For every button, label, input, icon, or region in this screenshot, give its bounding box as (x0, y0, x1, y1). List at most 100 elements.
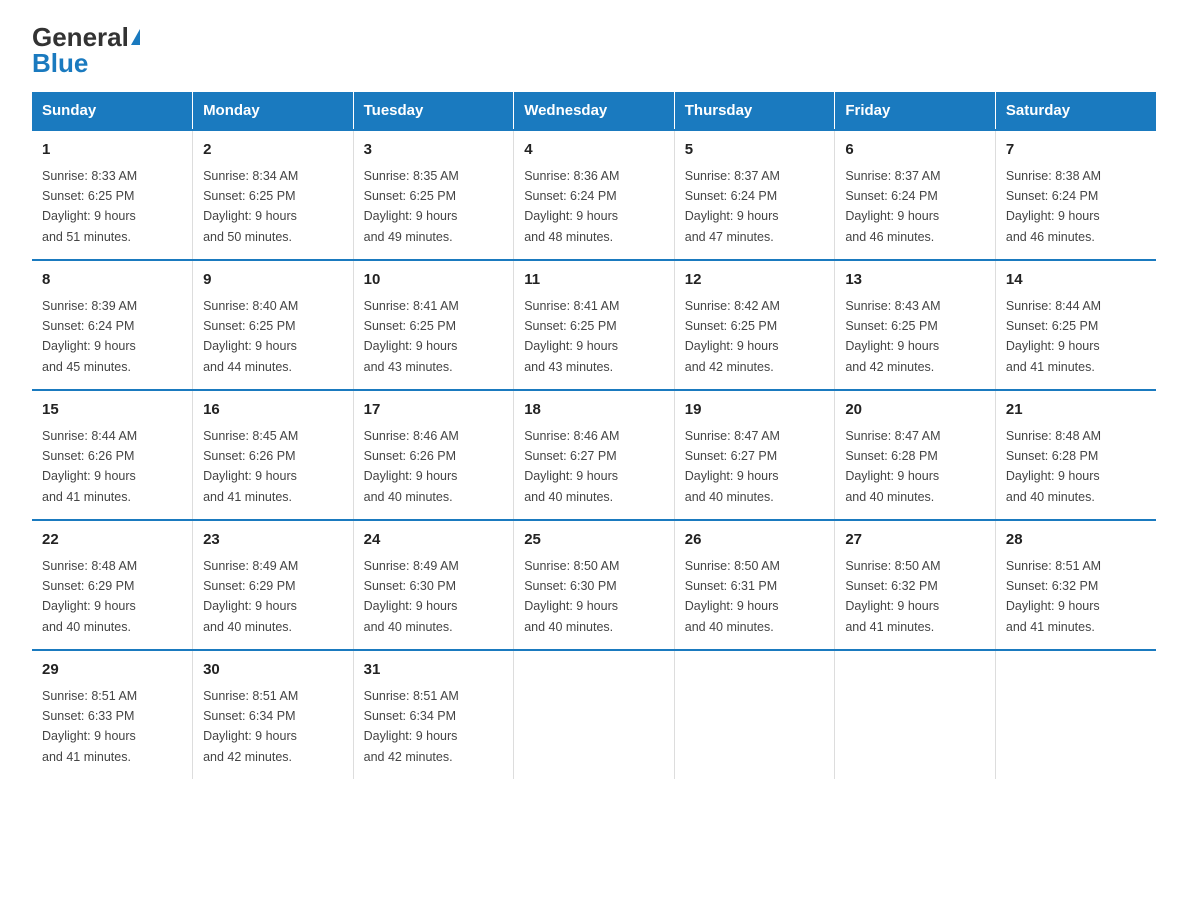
empty-cell (835, 650, 996, 779)
col-header-friday: Friday (835, 92, 996, 130)
empty-cell (995, 650, 1156, 779)
day-cell-23: 23 Sunrise: 8:49 AMSunset: 6:29 PMDayligh… (193, 520, 354, 650)
empty-cell (514, 650, 675, 779)
day-number: 5 (685, 139, 825, 162)
day-cell-9: 9 Sunrise: 8:40 AMSunset: 6:25 PMDaylight… (193, 260, 354, 390)
day-cell-5: 5 Sunrise: 8:37 AMSunset: 6:24 PMDaylight… (674, 130, 835, 260)
page-header: General Blue (32, 24, 1156, 76)
day-detail: Sunrise: 8:46 AMSunset: 6:27 PMDaylight:… (524, 429, 619, 504)
empty-cell (674, 650, 835, 779)
day-number: 29 (42, 659, 182, 682)
col-header-saturday: Saturday (995, 92, 1156, 130)
day-cell-18: 18 Sunrise: 8:46 AMSunset: 6:27 PMDayligh… (514, 390, 675, 520)
day-number: 11 (524, 269, 664, 292)
logo-triangle-icon (131, 29, 140, 45)
day-number: 26 (685, 529, 825, 552)
day-cell-10: 10 Sunrise: 8:41 AMSunset: 6:25 PMDayligh… (353, 260, 514, 390)
logo: General Blue (32, 24, 140, 76)
day-number: 12 (685, 269, 825, 292)
day-number: 14 (1006, 269, 1146, 292)
day-detail: Sunrise: 8:42 AMSunset: 6:25 PMDaylight:… (685, 299, 780, 374)
day-cell-29: 29 Sunrise: 8:51 AMSunset: 6:33 PMDayligh… (32, 650, 193, 779)
day-cell-12: 12 Sunrise: 8:42 AMSunset: 6:25 PMDayligh… (674, 260, 835, 390)
day-cell-21: 21Sunrise: 8:48 AMSunset: 6:28 PMDayligh… (995, 390, 1156, 520)
day-number: 13 (845, 269, 985, 292)
day-number: 1 (42, 139, 182, 162)
day-number: 3 (364, 139, 504, 162)
day-detail: Sunrise: 8:51 AMSunset: 6:32 PMDaylight:… (1006, 559, 1101, 634)
col-header-monday: Monday (193, 92, 354, 130)
day-number: 6 (845, 139, 985, 162)
day-detail: Sunrise: 8:51 AMSunset: 6:33 PMDaylight:… (42, 689, 137, 764)
day-cell-22: 22Sunrise: 8:48 AMSunset: 6:29 PMDayligh… (32, 520, 193, 650)
day-number: 27 (845, 529, 985, 552)
day-detail: Sunrise: 8:41 AMSunset: 6:25 PMDaylight:… (524, 299, 619, 374)
day-detail: Sunrise: 8:37 AMSunset: 6:24 PMDaylight:… (845, 169, 940, 244)
day-number: 17 (364, 399, 504, 422)
day-cell-27: 27 Sunrise: 8:50 AMSunset: 6:32 PMDayligh… (835, 520, 996, 650)
day-cell-13: 13 Sunrise: 8:43 AMSunset: 6:25 PMDayligh… (835, 260, 996, 390)
day-number: 16 (203, 399, 343, 422)
week-row-5: 29 Sunrise: 8:51 AMSunset: 6:33 PMDayligh… (32, 650, 1156, 779)
day-number: 2 (203, 139, 343, 162)
day-cell-2: 2Sunrise: 8:34 AMSunset: 6:25 PMDaylight… (193, 130, 354, 260)
day-detail: Sunrise: 8:47 AMSunset: 6:28 PMDaylight:… (845, 429, 940, 504)
day-number: 15 (42, 399, 182, 422)
day-cell-25: 25Sunrise: 8:50 AMSunset: 6:30 PMDayligh… (514, 520, 675, 650)
day-detail: Sunrise: 8:35 AMSunset: 6:25 PMDaylight:… (364, 169, 459, 244)
day-detail: Sunrise: 8:49 AMSunset: 6:30 PMDaylight:… (364, 559, 459, 634)
logo-general-text: General (32, 24, 140, 50)
day-number: 25 (524, 529, 664, 552)
week-row-1: 1 Sunrise: 8:33 AMSunset: 6:25 PMDaylight… (32, 130, 1156, 260)
week-row-2: 8Sunrise: 8:39 AMSunset: 6:24 PMDaylight… (32, 260, 1156, 390)
day-detail: Sunrise: 8:46 AMSunset: 6:26 PMDaylight:… (364, 429, 459, 504)
logo-blue-text: Blue (32, 50, 88, 76)
day-detail: Sunrise: 8:49 AMSunset: 6:29 PMDaylight:… (203, 559, 298, 634)
day-cell-15: 15Sunrise: 8:44 AMSunset: 6:26 PMDayligh… (32, 390, 193, 520)
day-number: 18 (524, 399, 664, 422)
col-header-tuesday: Tuesday (353, 92, 514, 130)
col-header-sunday: Sunday (32, 92, 193, 130)
day-cell-14: 14 Sunrise: 8:44 AMSunset: 6:25 PMDayligh… (995, 260, 1156, 390)
day-cell-1: 1 Sunrise: 8:33 AMSunset: 6:25 PMDaylight… (32, 130, 193, 260)
day-cell-16: 16 Sunrise: 8:45 AMSunset: 6:26 PMDayligh… (193, 390, 354, 520)
day-detail: Sunrise: 8:50 AMSunset: 6:31 PMDaylight:… (685, 559, 780, 634)
day-number: 30 (203, 659, 343, 682)
day-cell-30: 30 Sunrise: 8:51 AMSunset: 6:34 PMDayligh… (193, 650, 354, 779)
day-detail: Sunrise: 8:44 AMSunset: 6:25 PMDaylight:… (1006, 299, 1101, 374)
day-number: 9 (203, 269, 343, 292)
day-number: 23 (203, 529, 343, 552)
day-number: 21 (1006, 399, 1146, 422)
day-number: 19 (685, 399, 825, 422)
day-detail: Sunrise: 8:37 AMSunset: 6:24 PMDaylight:… (685, 169, 780, 244)
day-cell-6: 6 Sunrise: 8:37 AMSunset: 6:24 PMDaylight… (835, 130, 996, 260)
day-detail: Sunrise: 8:43 AMSunset: 6:25 PMDaylight:… (845, 299, 940, 374)
day-cell-3: 3 Sunrise: 8:35 AMSunset: 6:25 PMDaylight… (353, 130, 514, 260)
day-detail: Sunrise: 8:51 AMSunset: 6:34 PMDaylight:… (364, 689, 459, 764)
day-number: 31 (364, 659, 504, 682)
day-cell-20: 20 Sunrise: 8:47 AMSunset: 6:28 PMDayligh… (835, 390, 996, 520)
day-number: 10 (364, 269, 504, 292)
day-number: 8 (42, 269, 182, 292)
day-detail: Sunrise: 8:51 AMSunset: 6:34 PMDaylight:… (203, 689, 298, 764)
day-cell-31: 31 Sunrise: 8:51 AMSunset: 6:34 PMDayligh… (353, 650, 514, 779)
day-cell-19: 19Sunrise: 8:47 AMSunset: 6:27 PMDayligh… (674, 390, 835, 520)
day-number: 24 (364, 529, 504, 552)
day-number: 28 (1006, 529, 1146, 552)
day-number: 4 (524, 139, 664, 162)
day-detail: Sunrise: 8:48 AMSunset: 6:29 PMDaylight:… (42, 559, 137, 634)
day-detail: Sunrise: 8:45 AMSunset: 6:26 PMDaylight:… (203, 429, 298, 504)
day-detail: Sunrise: 8:36 AMSunset: 6:24 PMDaylight:… (524, 169, 619, 244)
day-detail: Sunrise: 8:33 AMSunset: 6:25 PMDaylight:… (42, 169, 137, 244)
week-row-3: 15Sunrise: 8:44 AMSunset: 6:26 PMDayligh… (32, 390, 1156, 520)
col-header-thursday: Thursday (674, 92, 835, 130)
day-cell-7: 7Sunrise: 8:38 AMSunset: 6:24 PMDaylight… (995, 130, 1156, 260)
day-detail: Sunrise: 8:41 AMSunset: 6:25 PMDaylight:… (364, 299, 459, 374)
day-detail: Sunrise: 8:50 AMSunset: 6:32 PMDaylight:… (845, 559, 940, 634)
day-cell-28: 28 Sunrise: 8:51 AMSunset: 6:32 PMDayligh… (995, 520, 1156, 650)
day-detail: Sunrise: 8:40 AMSunset: 6:25 PMDaylight:… (203, 299, 298, 374)
calendar-table: SundayMondayTuesdayWednesdayThursdayFrid… (32, 92, 1156, 779)
day-number: 20 (845, 399, 985, 422)
day-cell-11: 11 Sunrise: 8:41 AMSunset: 6:25 PMDayligh… (514, 260, 675, 390)
week-row-4: 22Sunrise: 8:48 AMSunset: 6:29 PMDayligh… (32, 520, 1156, 650)
